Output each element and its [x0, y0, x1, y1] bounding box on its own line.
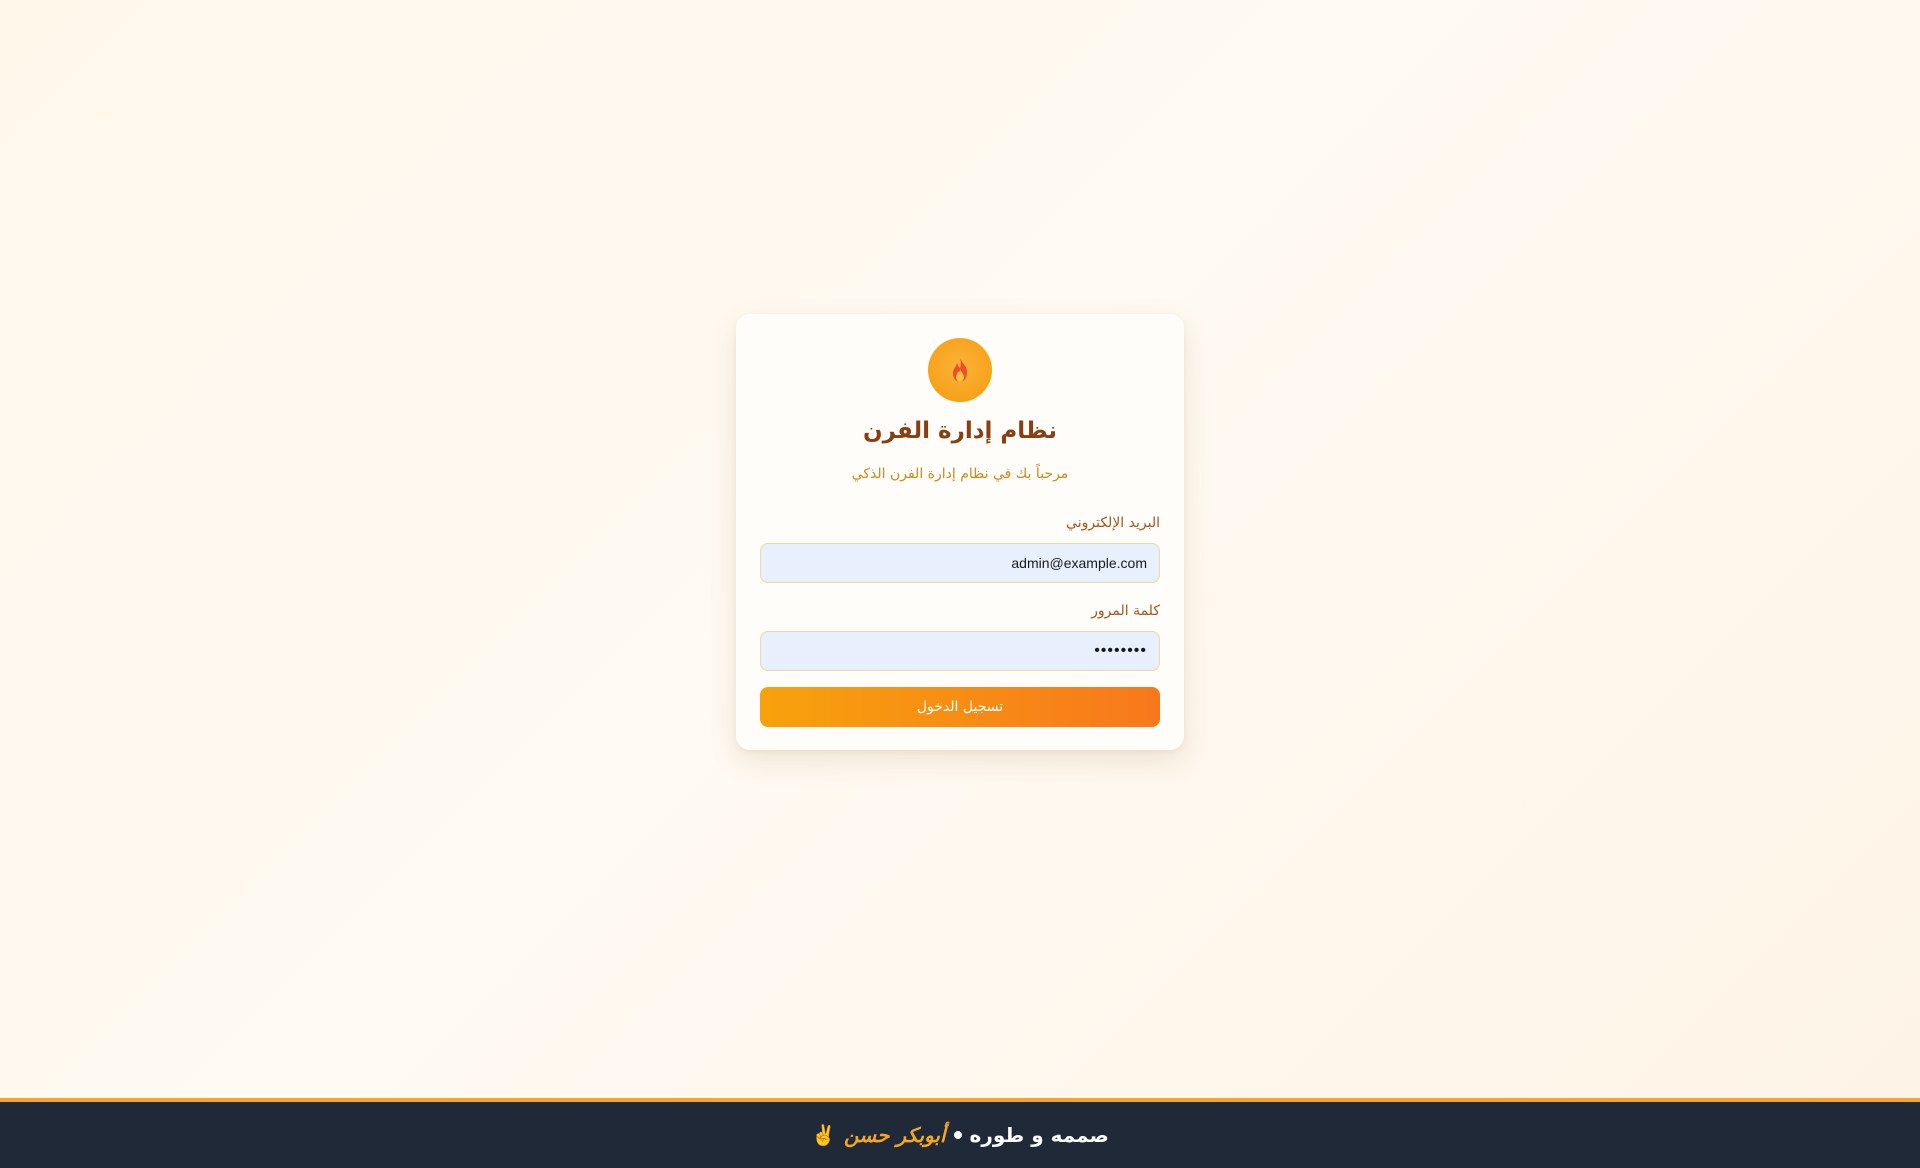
email-field[interactable] — [760, 543, 1160, 583]
victory-hand-icon: ✌️ — [811, 1123, 837, 1147]
login-button[interactable]: تسجيل الدخول — [760, 687, 1160, 727]
flame-icon — [953, 358, 967, 382]
footer-credit-prefix: صممه و طوره — [969, 1123, 1109, 1147]
footer-author-name: أبوبكر حسن — [844, 1123, 946, 1147]
logo-badge — [928, 338, 992, 402]
page-title: نظام إدارة الفرن — [863, 418, 1057, 444]
login-card: نظام إدارة الفرن مرحباً بك في نظام إدارة… — [736, 314, 1184, 750]
password-field[interactable] — [760, 631, 1160, 671]
email-label: البريد الإلكتروني — [1066, 515, 1160, 531]
password-label: كلمة المرور — [1091, 603, 1160, 619]
footer-separator-dot — [953, 1131, 962, 1139]
footer: صممه و طوره أبوبكر حسن ✌️ — [0, 1098, 1920, 1168]
page-subtitle: مرحباً بك في نظام إدارة الفرن الذكي — [851, 466, 1069, 482]
login-page: نظام إدارة الفرن مرحباً بك في نظام إدارة… — [0, 0, 1920, 1098]
